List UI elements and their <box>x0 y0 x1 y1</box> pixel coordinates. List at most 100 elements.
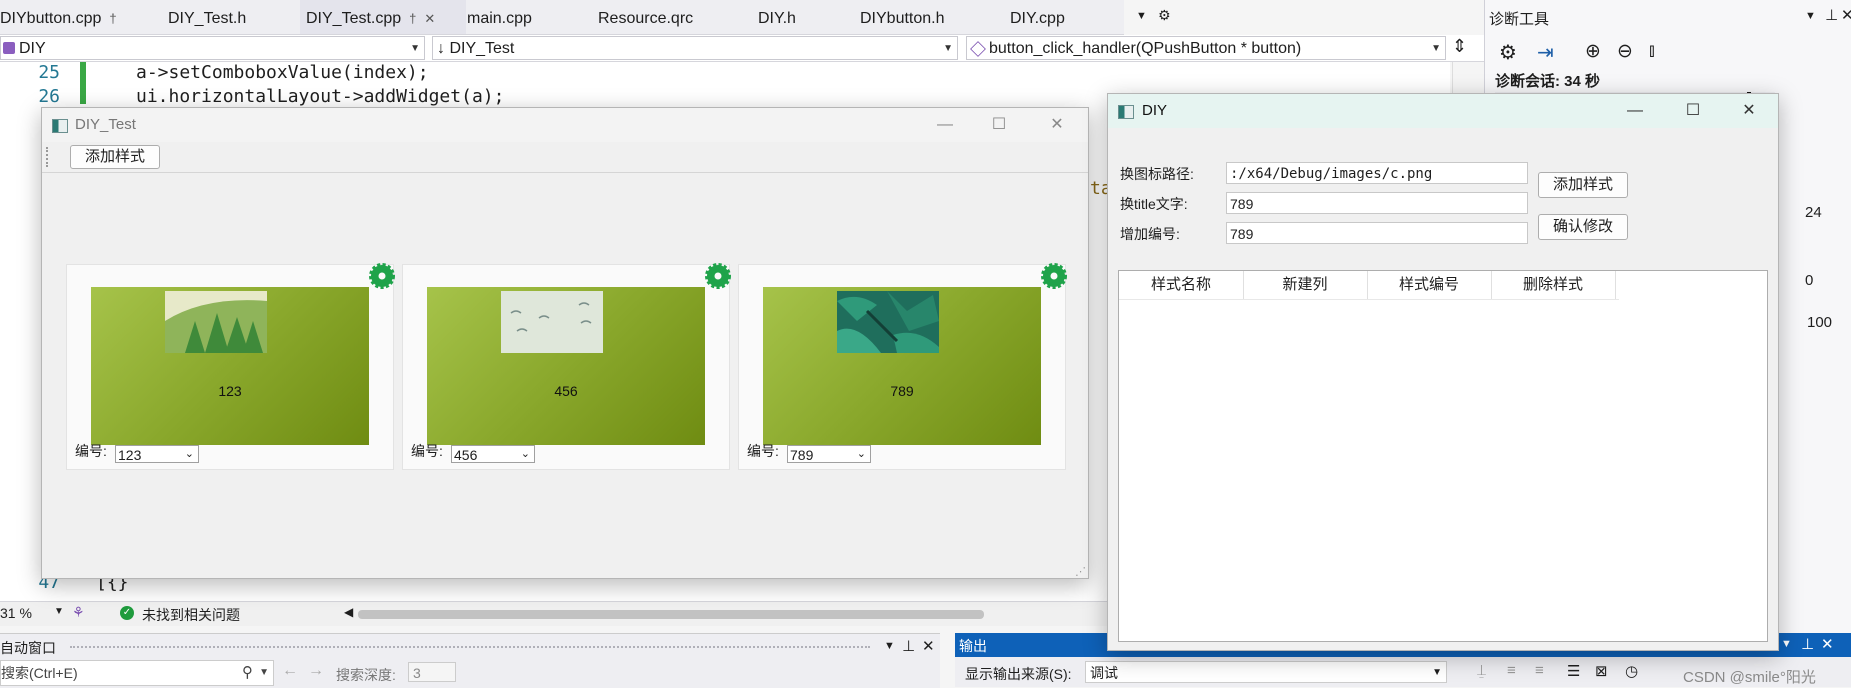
pin-icon[interactable]: † <box>409 11 416 26</box>
chevron-down-icon: ▼ <box>259 667 269 678</box>
maximize-icon[interactable]: ☐ <box>1670 94 1716 128</box>
tab-diy-test-h[interactable]: DIY_Test.h <box>168 0 288 34</box>
close-icon[interactable]: ✕ <box>1726 94 1772 128</box>
export-icon[interactable]: ⇥ <box>1537 40 1554 65</box>
card-background[interactable]: 456 <box>427 287 705 445</box>
pin-icon[interactable]: ⊥ <box>1825 6 1838 24</box>
class-dropdown[interactable]: ↓ DIY_Test ▼ <box>432 36 958 60</box>
wrap-icon[interactable]: ⊠ <box>1595 662 1608 680</box>
session-duration: 诊断会话: 34 秒 <box>1495 73 1601 90</box>
depth-select[interactable]: 3 <box>408 662 456 682</box>
tab-diybutton-cpp[interactable]: DIYbutton.cpp † <box>0 0 150 34</box>
window-titlebar[interactable]: DIY_Test — ☐ ✕ <box>42 108 1088 142</box>
chevron-down-icon: ▼ <box>410 43 420 54</box>
scope-dropdown[interactable]: DIY ▼ <box>0 36 425 60</box>
minimize-icon[interactable]: — <box>922 108 968 142</box>
chevron-down-icon[interactable]: ▼ <box>54 606 64 617</box>
maximize-icon[interactable]: ☐ <box>976 108 1022 142</box>
close-icon[interactable]: ✕ <box>1821 635 1834 653</box>
tab-resource-qrc[interactable]: Resource.qrc <box>598 0 718 34</box>
resize-grip-icon[interactable]: ⋰ <box>1075 565 1086 578</box>
tab-main-cpp[interactable]: main.cpp <box>467 0 577 34</box>
watermark: CSDN @smile°阳光 <box>1683 669 1816 686</box>
settings-gear-icon[interactable]: ⚙ <box>1499 40 1517 65</box>
column-header[interactable]: 样式编号 <box>1367 271 1492 299</box>
close-icon[interactable]: ✕ <box>922 637 935 655</box>
minimize-icon[interactable]: — <box>1612 94 1658 128</box>
align-icon[interactable]: ≡ <box>1535 662 1544 679</box>
zoom-level[interactable]: 31 % <box>0 605 32 621</box>
add-style-button[interactable]: 添加样式 <box>1538 172 1628 198</box>
code-line: ui.horizontalLayout->addWidget(a); <box>136 86 505 107</box>
number-combobox[interactable]: 123 ⌄ <box>115 445 199 463</box>
panel-grip <box>70 646 870 653</box>
member-dropdown[interactable]: button_click_handler(QPushButton * butto… <box>966 36 1446 60</box>
forward-arrow-icon[interactable]: → <box>308 662 324 680</box>
window-title: DIY_Test <box>75 116 136 133</box>
zoom-in-icon[interactable]: ⊕ <box>1585 40 1601 63</box>
column-header[interactable]: 新建列 <box>1243 271 1368 299</box>
intellicode-icon: ⚘ <box>72 604 85 620</box>
split-icon[interactable]: ⇕ <box>1452 36 1467 57</box>
chart-icon[interactable]: ⫾ <box>1649 40 1655 61</box>
tab-diy-test-cpp[interactable]: DIY_Test.cpp † ✕ <box>300 0 466 34</box>
pin-icon[interactable]: ⊥ <box>902 637 915 655</box>
back-arrow-icon[interactable]: ← <box>282 662 298 680</box>
navigation-bar: DIY ▼ ↓ DIY_Test ▼ button_click_handler(QP… <box>0 35 1486 62</box>
align-icon[interactable]: ≡ <box>1507 662 1516 679</box>
clear-icon[interactable]: ☰ <box>1567 662 1580 680</box>
settings-gear-icon[interactable] <box>1041 263 1067 289</box>
style-card: 789 编号: 789 ⌄ <box>738 263 1067 470</box>
horizontal-scrollbar[interactable] <box>358 610 984 619</box>
chevron-down-icon[interactable]: ▼ <box>1781 638 1792 650</box>
number-combobox[interactable]: 789 ⌄ <box>787 445 871 463</box>
pin-icon[interactable]: ⊥ <box>1801 635 1814 653</box>
scroll-left-icon[interactable]: ◀ <box>344 605 353 619</box>
style-table[interactable]: 样式名称 新建列 样式编号 删除样式 <box>1118 270 1768 642</box>
axis-value: 24 <box>1805 204 1822 221</box>
settings-gear-icon[interactable] <box>369 263 395 289</box>
output-source-select[interactable]: 调试 ▼ <box>1085 661 1447 683</box>
line-number: 26 <box>38 86 60 107</box>
number-combobox[interactable]: 456 ⌄ <box>451 445 535 463</box>
add-number-input[interactable]: 789 <box>1226 222 1528 244</box>
number-label: 编号: <box>747 443 779 459</box>
title-text-input[interactable]: 789 <box>1226 192 1528 214</box>
confirm-edit-button[interactable]: 确认修改 <box>1538 214 1628 240</box>
diy-test-window: DIY_Test — ☐ ✕ 添加样式 123 编号: 123 ⌄ 456 编号… <box>41 107 1089 579</box>
settings-gear-icon[interactable]: ⚙ <box>1158 7 1171 24</box>
tab-diybutton-h[interactable]: DIYbutton.h <box>860 0 980 34</box>
chevron-down-icon[interactable]: ▼ <box>1805 10 1816 22</box>
method-icon <box>970 41 986 57</box>
chevron-down-icon: ⌄ <box>856 448 866 460</box>
card-background[interactable]: 789 <box>763 287 1041 445</box>
search-input[interactable]: 搜索(Ctrl+E) ⚲ ▼ <box>0 660 274 686</box>
zoom-out-icon[interactable]: ⊖ <box>1617 40 1633 63</box>
column-header[interactable]: 删除样式 <box>1491 271 1616 299</box>
clock-icon[interactable]: ◷ <box>1625 662 1638 680</box>
close-icon[interactable]: ✕ <box>1841 6 1851 24</box>
card-background[interactable]: 123 <box>91 287 369 445</box>
column-header[interactable]: 样式名称 <box>1119 271 1244 299</box>
icon-path-input[interactable]: :/x64/Debug/images/c.png <box>1226 162 1528 184</box>
close-icon[interactable]: ✕ <box>424 11 435 26</box>
window-title: DIY <box>1142 102 1168 119</box>
pin-icon[interactable]: † <box>109 11 116 26</box>
chevron-down-icon[interactable]: ▼ <box>884 640 895 652</box>
find-icon[interactable]: ⍊ <box>1477 662 1486 679</box>
tab-diy-h[interactable]: DIY.h <box>758 0 818 34</box>
issues-status[interactable]: 未找到相关问题 <box>142 605 240 625</box>
add-number-label: 增加编号: <box>1120 226 1180 242</box>
panel-title: 自动窗口 <box>0 640 56 656</box>
add-style-button[interactable]: 添加样式 <box>70 145 160 169</box>
check-icon: ✓ <box>120 606 134 620</box>
tab-dropdown-icon[interactable]: ▼ <box>1136 10 1147 22</box>
close-icon[interactable]: ✕ <box>1034 108 1080 142</box>
chevron-down-icon: ▼ <box>1431 43 1441 54</box>
panel-title: 输出 <box>959 638 987 654</box>
tab-diy-cpp[interactable]: DIY.cpp <box>1010 0 1100 34</box>
editor-tab-bar: DIYbutton.cpp † DIY_Test.h DIY_Test.cpp † ✕… <box>0 0 1124 35</box>
window-titlebar[interactable]: DIY — ☐ ✕ <box>1108 94 1778 128</box>
editor-status-bar: 31 % ▼ ⚘ ✓ 未找到相关问题 ◀ <box>0 601 1110 626</box>
settings-gear-icon[interactable] <box>705 263 731 289</box>
